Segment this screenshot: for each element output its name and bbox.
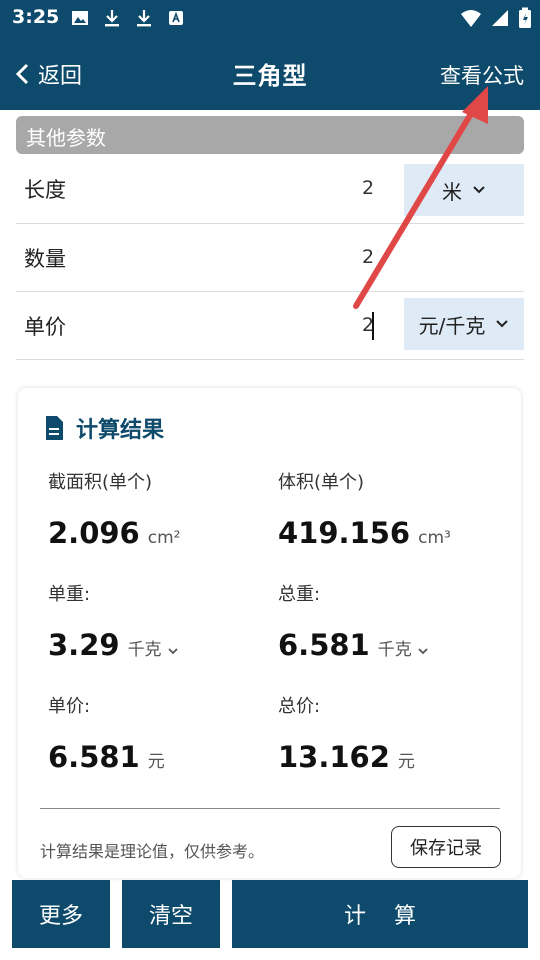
result-label: 体积(单个) — [278, 472, 365, 493]
wifi-icon — [461, 10, 481, 27]
weight-unit-select[interactable]: 千克 — [378, 635, 429, 660]
result-number: 3.29 — [48, 628, 120, 662]
app-notification-icon — [169, 11, 183, 25]
result-label: 截面积(单个) — [48, 472, 153, 493]
image-icon — [72, 11, 88, 25]
section-header: 其他参数 — [16, 116, 524, 154]
result-value: 6.581 元 — [48, 740, 165, 774]
result-value: 419.156 cm³ — [278, 516, 451, 550]
signal-icon — [492, 10, 508, 26]
document-icon — [46, 416, 63, 440]
result-label: 单价: — [48, 696, 91, 717]
notification-icons — [70, 8, 186, 28]
more-button[interactable]: 更多 — [12, 880, 110, 948]
result-value: 13.162 元 — [278, 740, 415, 774]
system-icons — [460, 7, 532, 29]
status-bar: 3:25 — [0, 0, 540, 36]
price-unit-select[interactable]: 元/千克 — [404, 298, 524, 350]
unit-label: 米 — [442, 179, 462, 204]
length-unit-select[interactable]: 米 — [404, 164, 524, 216]
param-row-price: 单价 2 元/千克 — [16, 292, 524, 360]
length-input[interactable]: 2 — [362, 177, 374, 199]
param-row-quantity: 数量 2 — [16, 224, 524, 292]
result-number: 419.156 — [278, 516, 411, 550]
result-value: 6.581 千克 — [278, 628, 429, 662]
result-value: 2.096 cm² — [48, 516, 180, 550]
result-number: 6.581 — [278, 628, 370, 662]
weight-unit-select[interactable]: 千克 — [128, 635, 179, 660]
result-unit: 元 — [397, 752, 415, 772]
result-unit: cm³ — [418, 528, 451, 548]
battery-icon — [519, 7, 531, 28]
chevron-down-icon — [418, 648, 428, 655]
chevron-down-icon — [496, 320, 509, 328]
save-record-button[interactable]: 保存记录 — [391, 826, 501, 868]
result-unit: 千克 — [377, 640, 412, 660]
result-value: 3.29 千克 — [48, 628, 179, 662]
divider — [40, 808, 500, 809]
download-icon — [137, 10, 151, 27]
param-label: 单价 — [24, 315, 66, 339]
param-label: 长度 — [24, 178, 66, 202]
result-number: 13.162 — [278, 740, 390, 774]
result-label: 总价: — [278, 696, 321, 717]
result-unit: 千克 — [127, 640, 162, 660]
result-label: 总重: — [278, 584, 321, 605]
chevron-down-icon — [473, 186, 485, 194]
quantity-input[interactable]: 2 — [362, 246, 374, 268]
clear-button[interactable]: 清空 — [122, 880, 220, 948]
text-cursor — [372, 312, 374, 340]
param-label: 数量 — [24, 247, 66, 271]
result-label: 单重: — [48, 584, 91, 605]
status-time: 3:25 — [12, 6, 60, 28]
result-unit: 元 — [147, 752, 165, 772]
unit-label: 元/千克 — [418, 313, 486, 338]
chevron-down-icon — [168, 648, 178, 655]
view-formula-button[interactable]: 查看公式 — [440, 60, 524, 90]
result-title: 计算结果 — [44, 412, 164, 444]
app-bar: 返回 三角型 查看公式 — [0, 36, 540, 110]
result-unit: cm² — [147, 528, 181, 548]
calculate-button[interactable]: 计 算 — [232, 880, 528, 948]
result-number: 2.096 — [48, 516, 140, 550]
result-card: 计算结果 截面积(单个) 2.096 cm² 体积(单个) 419.156 cm… — [18, 388, 521, 878]
param-row-length: 长度 2 米 — [16, 156, 524, 224]
download-icon — [105, 10, 119, 27]
result-title-text: 计算结果 — [76, 418, 165, 443]
disclaimer-note: 计算结果是理论值，仅供参考。 — [40, 842, 265, 861]
result-number: 6.581 — [48, 740, 140, 774]
